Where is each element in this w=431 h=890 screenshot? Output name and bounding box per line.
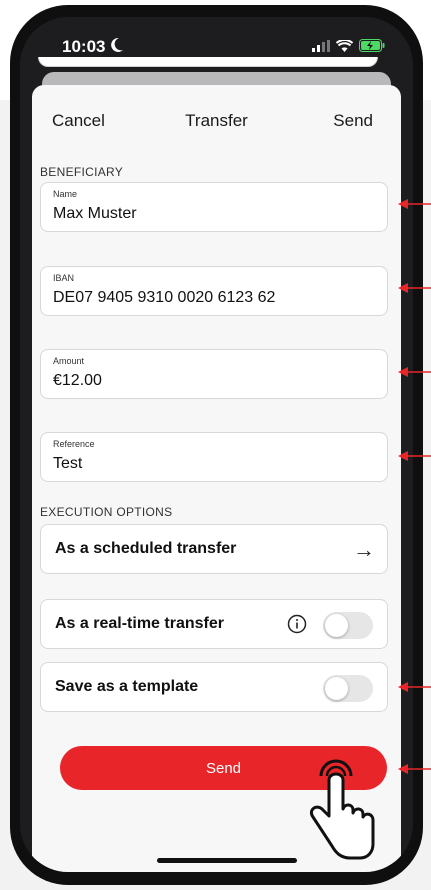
send-nav-button[interactable]: Send: [333, 111, 373, 131]
pointing-hand-icon: [309, 759, 375, 860]
reference-field-value: Test: [53, 455, 83, 472]
toggle-knob: [325, 614, 348, 637]
scheduled-transfer-label: As a scheduled transfer: [55, 540, 237, 557]
iban-field-label: IBAN: [53, 273, 75, 283]
save-template-label: Save as a template: [55, 678, 199, 695]
reference-field-label: Reference: [53, 439, 95, 449]
realtime-transfer-toggle[interactable]: [323, 612, 373, 639]
scroll-edge: [38, 57, 378, 67]
wifi-icon: [336, 39, 353, 52]
annotation-arrow-icon: [398, 283, 431, 293]
name-field[interactable]: Name Max Muster: [40, 182, 388, 232]
annotation-arrow-icon: [398, 682, 431, 692]
execution-section-label: EXECUTION OPTIONS: [40, 505, 173, 519]
annotation-arrow-icon: [398, 199, 431, 209]
amount-field[interactable]: Amount €12.00: [40, 349, 388, 399]
annotation-arrow-icon: [398, 367, 431, 377]
annotation-arrow-icon: [398, 764, 431, 774]
focus-moon-icon: [111, 37, 123, 52]
status-time: 10:03: [62, 37, 106, 56]
realtime-transfer-label: As a real-time transfer: [55, 615, 224, 632]
home-indicator: [157, 858, 297, 863]
annotation-arrow-icon: [398, 451, 431, 461]
amount-field-label: Amount: [53, 356, 85, 366]
reference-field[interactable]: Reference Test: [40, 432, 388, 482]
name-field-value: Max Muster: [53, 205, 137, 222]
status-icons: [312, 39, 385, 52]
info-icon[interactable]: [287, 614, 307, 634]
save-template-toggle[interactable]: [323, 675, 373, 702]
beneficiary-section-label: BENEFICIARY: [40, 165, 124, 179]
arrow-right-icon: →: [353, 537, 375, 562]
save-template-row: Save as a template: [40, 662, 388, 712]
amount-field-value: €12.00: [53, 372, 102, 389]
realtime-transfer-row: As a real-time transfer: [40, 599, 388, 649]
scheduled-transfer-row[interactable]: As a scheduled transfer →: [40, 524, 388, 574]
toggle-knob: [325, 677, 348, 700]
battery-charging-icon: [359, 39, 385, 52]
iban-field-value: DE07 9405 9310 0020 6123 62: [53, 289, 276, 306]
iban-field[interactable]: IBAN DE07 9405 9310 0020 6123 62: [40, 266, 388, 316]
send-button-label: Send: [205, 759, 242, 777]
navigation-bar: Cancel Transfer Send: [32, 85, 401, 151]
name-field-label: Name: [53, 189, 78, 199]
signal-icon: [312, 39, 330, 52]
